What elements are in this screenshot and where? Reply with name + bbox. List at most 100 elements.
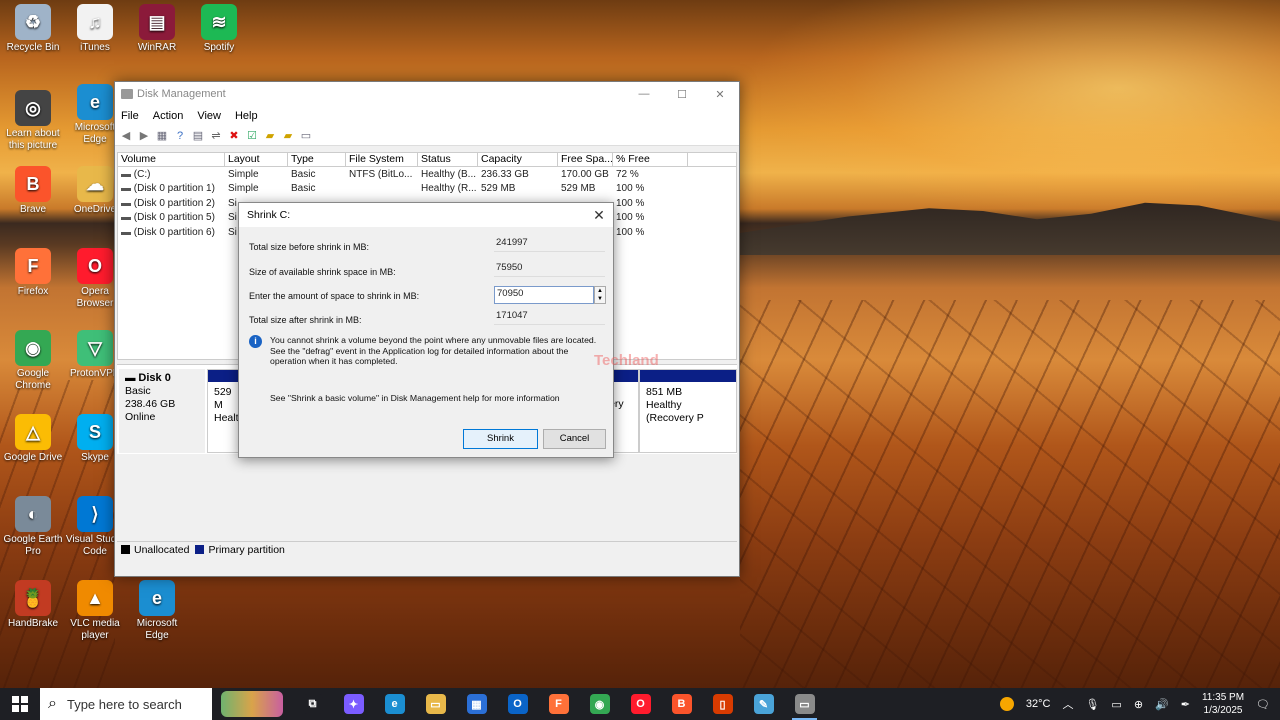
taskbar-opera[interactable]: O [620,688,661,720]
vlc-media-player-icon: ▲ [77,580,113,616]
partition-block[interactable]: 851 MB Healthy (Recovery P [639,369,737,453]
col-layout[interactable]: Layout [225,153,288,166]
desktop-icon-brave[interactable]: B Brave [2,166,64,216]
desktop-icon-learn-about-this-picture[interactable]: ◎ Learn about this picture [2,90,64,152]
col-free-space[interactable]: Free Spa... [558,153,613,166]
col-file-system[interactable]: File System [346,153,418,166]
weather-icon[interactable] [999,697,1014,711]
shrink-amount-spinner[interactable]: ▲ ▼ [594,286,606,304]
properties-icon[interactable]: ▤ [191,129,205,143]
battery-icon[interactable]: ▭ [1111,698,1121,711]
desktop-icon-spotify[interactable]: ≋ Spotify [188,4,250,54]
clock[interactable]: 11:35 PM 1/3/2025 [1202,691,1244,717]
desktop-icon-google-chrome[interactable]: ◉ Google Chrome [2,330,64,392]
taskbar-notepad[interactable]: ✎ [743,688,784,720]
dialog-titlebar[interactable]: Shrink C: ✕ [239,203,613,227]
window-titlebar[interactable]: Disk Management — ☐ ✕ [115,82,739,106]
taskbar-brave[interactable]: B [661,688,702,720]
taskbar-copilot[interactable]: ✦ [333,688,374,720]
list-view-icon[interactable]: ▭ [299,129,313,143]
pen-icon[interactable]: ✒ [1181,698,1190,711]
shrink-button[interactable]: Shrink [463,429,538,449]
show-hidden-icons-icon[interactable]: ︿ [1062,696,1073,712]
menu-file[interactable]: File [121,110,139,122]
desktop-icon-label: Learn about this picture [6,128,60,151]
network-icon[interactable]: ⊕ [1134,698,1143,711]
maximize-button[interactable]: ☐ [663,88,701,101]
taskbar-chrome[interactable]: ◉ [579,688,620,720]
table-row[interactable]: ▬ (C:) Simple Basic NTFS (BitLo... Healthy (… [118,167,736,182]
notification-icon[interactable]: 🗨 [1256,698,1270,711]
volume-icon[interactable]: 🔊 [1155,698,1169,711]
desktop-icon-recycle-bin[interactable]: ♻ Recycle Bin [2,4,64,54]
google-earth-pro-icon: ◐ [15,496,51,532]
winrar-icon: ▤ [139,4,175,40]
minimize-button[interactable]: — [625,88,663,101]
legend: Unallocated Primary partition [117,541,737,557]
col-capacity[interactable]: Capacity [478,153,558,166]
microsoft-edge-icon: e [77,84,113,120]
help-icon[interactable]: ? [173,129,187,143]
partition-status: Health [214,412,245,424]
back-icon[interactable]: ◀ [119,129,133,143]
connect-icon[interactable]: ⇌ [209,129,223,143]
delete-icon[interactable]: ✖ [227,129,241,143]
col-type[interactable]: Type [288,153,346,166]
desktop-icon-label: Microsoft Edge [136,618,178,641]
check-icon[interactable]: ☑ [245,129,259,143]
taskbar-disk-management[interactable]: ▭ [784,688,825,720]
taskbar-search[interactable]: ⌕ Type here to search [40,688,212,720]
shrink-amount-input[interactable]: 70950 [494,286,594,304]
desktop-icon-vlc-media-player[interactable]: ▲ VLC media player [64,580,126,642]
taskbar-edge[interactable]: e [374,688,415,720]
weather-temp[interactable]: 32°C [1026,698,1051,710]
disk-0-label[interactable]: ▬ Disk 0 Basic 238.46 GB Online [119,369,205,453]
copilot-icon: ✦ [343,694,364,714]
disk-management-icon: ▭ [794,694,815,714]
desktop-icon-microsoft-edge[interactable]: e Microsoft Edge [126,580,188,642]
forward-icon[interactable]: ▶ [137,129,151,143]
taskbar-office[interactable]: ▯ [702,688,743,720]
dialog-close-button[interactable]: ✕ [585,207,613,224]
taskbar-file-explorer[interactable]: ▭ [415,688,456,720]
cancel-button[interactable]: Cancel [543,429,606,449]
desktop-icon-google-earth-pro[interactable]: ◐ Google Earth Pro [2,496,64,558]
desktop-icon-google-drive[interactable]: △ Google Drive [2,414,64,464]
start-button[interactable] [0,688,40,720]
menu-help[interactable]: Help [235,110,258,122]
help-link-text[interactable]: See "Shrink a basic volume" in Disk Mana… [270,393,560,403]
microphone-icon[interactable]: 🎙 [1085,698,1099,711]
taskbar-outlook[interactable]: O [497,688,538,720]
close-button[interactable]: ✕ [701,88,739,101]
taskbar-store[interactable]: ▦ [456,688,497,720]
table-cell: 100 % [616,226,645,238]
search-placeholder: Type here to search [66,696,182,712]
col-status[interactable]: Status [418,153,478,166]
table-row[interactable]: ▬ (Disk 0 partition 1) Simple Basic Healthy… [118,182,736,197]
desktop-icon-firefox[interactable]: F Firefox [2,248,64,298]
col-volume[interactable]: Volume [118,153,225,166]
available-shrink-value: 75950 [494,261,605,277]
search-icon: ⌕ [48,695,57,712]
table-cell: 236.33 GB [481,168,529,180]
search-highlight-image[interactable] [212,688,292,720]
learn-about-this-picture-icon: ◎ [15,90,51,126]
disk-icon: ▬ [125,372,139,384]
volume-name: (Disk 0 partition 6) [133,226,215,238]
desktop-icon-itunes[interactable]: ♫ iTunes [64,4,126,54]
desktop-icon-winrar[interactable]: ▤ WinRAR [126,4,188,54]
search-folder-icon[interactable]: ▰ [281,129,295,143]
console-tree-icon[interactable]: ▦ [155,129,169,143]
taskbar-task-view[interactable]: ⧉ [292,688,333,720]
google-chrome-icon: ◉ [15,330,51,366]
onedrive-icon: ☁ [77,166,113,202]
menu-action[interactable]: Action [153,110,184,122]
taskbar-firefox[interactable]: F [538,688,579,720]
desktop-icon-handbrake[interactable]: 🍍 HandBrake [2,580,64,630]
col-percent-free[interactable]: % Free [613,153,688,166]
open-folder-icon[interactable]: ▰ [263,129,277,143]
visual-studio-code-icon: ⟩ [77,496,113,532]
volume-icon: ▬ [121,226,134,238]
desktop-icon-label: Brave [19,204,47,215]
menu-view[interactable]: View [197,110,221,122]
